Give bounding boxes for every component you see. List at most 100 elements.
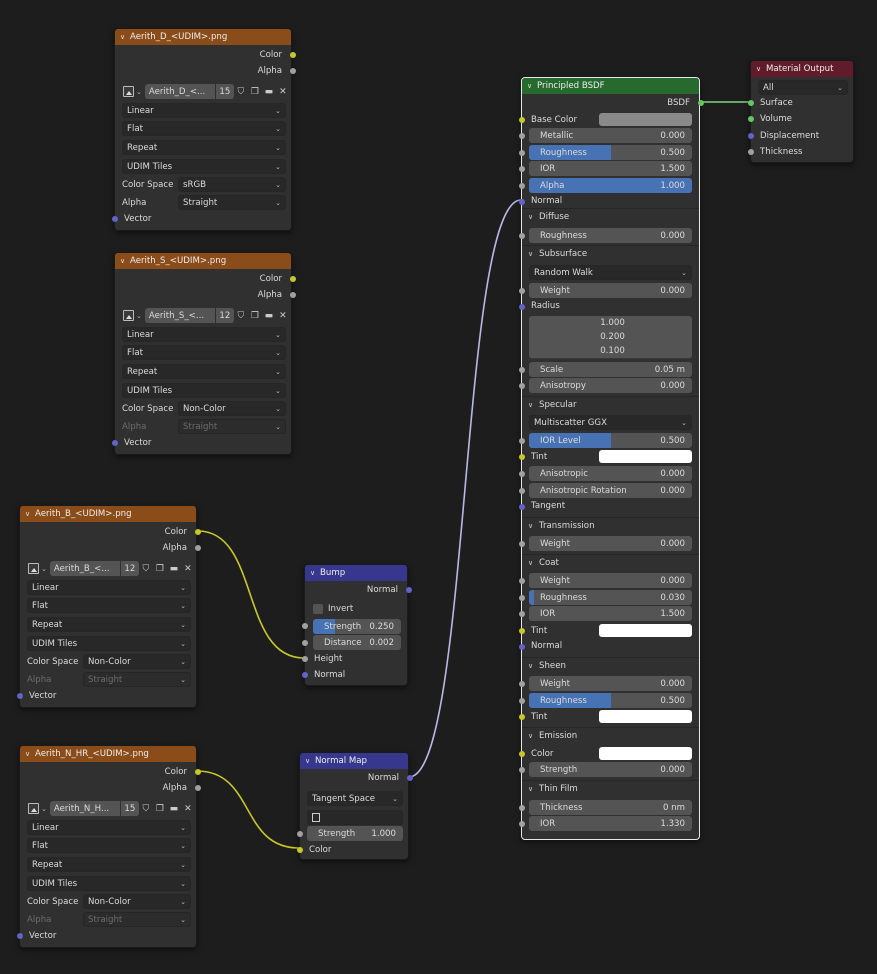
aniso-rotation-field[interactable]: Anisotropic Rotation 0.000 — [529, 483, 692, 498]
vector-in-socket[interactable] — [112, 216, 118, 222]
panel-subsurface[interactable]: ∨ Subsurface — [528, 247, 587, 261]
target-dropdown[interactable]: All ⌄ — [758, 80, 848, 95]
collapse-chevron-icon[interactable]: ∨ — [756, 65, 766, 73]
bsdf-header[interactable]: ∨ Principled BSDF — [522, 78, 699, 94]
texture-header[interactable]: ∨ Aerith_S_<UDIM>.png — [115, 253, 291, 269]
coat-roughness-field[interactable]: Roughness 0.030 — [529, 590, 692, 605]
collapse-chevron-icon[interactable]: ∨ — [527, 82, 537, 90]
panel-thin-film[interactable]: ∨ Thin Film — [528, 782, 578, 796]
extension-dropdown[interactable]: Repeat ⌄ — [122, 140, 286, 155]
space-dropdown[interactable]: Tangent Space ⌄ — [307, 791, 403, 806]
alpha-field[interactable]: Alpha 1.000 — [529, 178, 692, 193]
close-icon[interactable]: ✕ — [181, 801, 195, 816]
normal-map-strength-field[interactable]: Strength 1.000 — [307, 826, 403, 841]
subsurface-weight-field[interactable]: Weight 0.000 — [529, 283, 692, 298]
shield-icon[interactable]: ⛉ — [234, 84, 248, 99]
ior-level-field[interactable]: IOR Level 0.500 — [529, 433, 692, 448]
thickness-field[interactable]: Thickness 0 nm — [529, 800, 692, 815]
interpolation-dropdown[interactable]: Linear ⌄ — [27, 580, 191, 595]
image-name-field[interactable]: Aerith_S_<... — [144, 308, 215, 323]
link-b-color-to-bump-height[interactable] — [197, 530, 305, 659]
panel-coat[interactable]: ∨ Coat — [528, 556, 559, 570]
image-texture-node-d[interactable]: ∨ Aerith_D_<UDIM>.png Color Alpha ⌄ Aerit… — [112, 28, 296, 231]
radius-component-field[interactable]: 1.000 — [529, 316, 692, 331]
color-out-socket[interactable] — [195, 529, 201, 535]
radius-component-field[interactable]: 0.200 — [529, 330, 692, 345]
image-selector[interactable]: ⌄ Aerith_B_<... 12 ⛉ ❐ ▬ ✕ — [28, 561, 195, 576]
base-color-swatch[interactable] — [599, 113, 692, 126]
ior-level-socket[interactable] — [519, 438, 525, 444]
duplicate-icon[interactable]: ❐ — [153, 801, 167, 816]
coat-ior-socket[interactable] — [519, 611, 525, 617]
sheen-weight-field[interactable]: Weight 0.000 — [529, 676, 692, 691]
normal-socket[interactable] — [519, 199, 525, 205]
texture-header[interactable]: ∨ Aerith_D_<UDIM>.png — [115, 29, 291, 45]
sheen-roughness-field[interactable]: Roughness 0.500 — [529, 693, 692, 708]
collapse-chevron-icon[interactable]: ∨ — [25, 750, 35, 758]
collapse-chevron-icon[interactable]: ∨ — [25, 510, 35, 518]
sheen-weight-socket[interactable] — [519, 681, 525, 687]
thin-film-ior-socket[interactable] — [519, 821, 525, 827]
projection-dropdown[interactable]: Flat ⌄ — [122, 121, 286, 136]
coat-normal-socket[interactable] — [519, 644, 525, 650]
close-icon[interactable]: ✕ — [276, 84, 290, 99]
panel-emission[interactable]: ∨ Emission — [528, 729, 577, 743]
normal-map-strength-socket[interactable] — [297, 831, 303, 837]
projection-dropdown[interactable]: Flat ⌄ — [122, 345, 286, 360]
bump-distance-field[interactable]: Distance 0.002 — [313, 635, 401, 650]
node-editor-canvas[interactable]: ∨ Aerith_D_<UDIM>.png Color Alpha ⌄ Aerit… — [0, 0, 877, 974]
folder-icon[interactable]: ▬ — [167, 801, 181, 816]
vector-in-socket[interactable] — [17, 693, 23, 699]
panel-transmission[interactable]: ∨ Transmission — [528, 519, 595, 533]
radius-socket[interactable] — [519, 304, 525, 310]
bsdf-out-socket[interactable] — [698, 100, 704, 106]
panel-specular[interactable]: ∨ Specular — [528, 398, 577, 412]
projection-dropdown[interactable]: Flat ⌄ — [27, 838, 191, 853]
bump-strength-slider[interactable]: Strength 0.250 — [313, 619, 401, 634]
image-selector[interactable]: ⌄ Aerith_S_<... 12 ⛉ ❐ ▬ ✕ — [123, 308, 290, 323]
ior-socket[interactable] — [519, 166, 525, 172]
source-dropdown[interactable]: UDIM Tiles ⌄ — [122, 383, 286, 398]
link-n-color-to-normalmap-color[interactable] — [196, 770, 300, 849]
image-selector[interactable]: ⌄ Aerith_D_<... 15 ⛉ ❐ ▬ ✕ — [123, 84, 290, 99]
coat-ior-field[interactable]: IOR 1.500 — [529, 606, 692, 621]
invert-checkbox-box[interactable] — [313, 604, 323, 614]
normal-map-header[interactable]: ∨ Normal Map — [300, 753, 408, 769]
emission-color-socket[interactable] — [519, 751, 525, 757]
base-color-socket[interactable] — [519, 117, 525, 123]
anisotropy-socket[interactable] — [519, 383, 525, 389]
close-icon[interactable]: ✕ — [276, 308, 290, 323]
displacement-socket[interactable] — [748, 133, 754, 139]
anisotropy-field[interactable]: Anisotropy 0.000 — [529, 378, 692, 393]
emission-strength-socket[interactable] — [519, 767, 525, 773]
interpolation-dropdown[interactable]: Linear ⌄ — [27, 820, 191, 835]
projection-dropdown[interactable]: Flat ⌄ — [27, 598, 191, 613]
color-out-socket[interactable] — [290, 52, 296, 58]
image-name-field[interactable]: Aerith_D_<... — [144, 84, 215, 99]
image-texture-node-b[interactable]: ∨ Aerith_B_<UDIM>.png Color Alpha ⌄ Aerit… — [17, 505, 201, 708]
color-space-dropdown[interactable]: Non-Color ⌄ — [83, 894, 191, 909]
uv-map-field[interactable] — [307, 810, 403, 825]
sheen-tint-socket[interactable] — [519, 714, 525, 720]
source-dropdown[interactable]: UDIM Tiles ⌄ — [122, 159, 286, 174]
shield-icon[interactable]: ⛉ — [139, 801, 153, 816]
color-space-dropdown[interactable]: sRGB ⌄ — [178, 177, 286, 192]
subsurface-method-dropdown[interactable]: Random Walk ⌄ — [529, 265, 692, 280]
diffuse-roughness-field[interactable]: Roughness 0.000 — [529, 228, 692, 243]
coat-weight-field[interactable]: Weight 0.000 — [529, 573, 692, 588]
emission-strength-field[interactable]: Strength 0.000 — [529, 762, 692, 777]
thin-film-ior-field[interactable]: IOR 1.330 — [529, 816, 692, 831]
extension-dropdown[interactable]: Repeat ⌄ — [27, 617, 191, 632]
metallic-field[interactable]: Metallic 0.000 — [529, 128, 692, 143]
shield-icon[interactable]: ⛉ — [139, 561, 153, 576]
metallic-socket[interactable] — [519, 133, 525, 139]
image-browse-icon[interactable] — [123, 310, 134, 321]
roughness-socket[interactable] — [519, 150, 525, 156]
specular-tint-swatch[interactable] — [599, 450, 692, 463]
transmission-weight-socket[interactable] — [519, 541, 525, 547]
alpha-out-socket[interactable] — [195, 785, 201, 791]
radius-component-field[interactable]: 0.100 — [529, 344, 692, 359]
sheen-tint-swatch[interactable] — [599, 710, 692, 723]
thickness-socket[interactable] — [519, 805, 525, 811]
scale-socket[interactable] — [519, 367, 525, 373]
